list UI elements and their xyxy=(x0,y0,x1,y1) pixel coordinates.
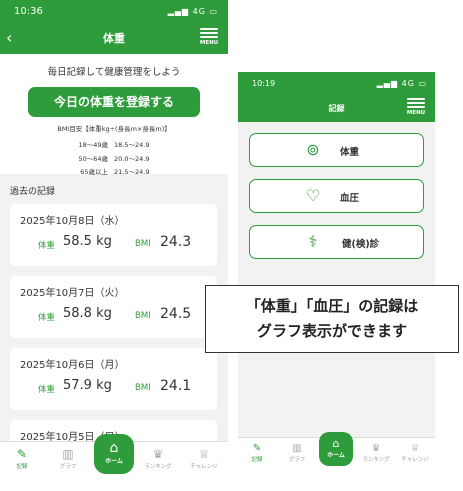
bmi-range: 21.5～24.9 xyxy=(114,168,150,176)
bmi-range: 18.5～24.9 xyxy=(114,141,150,149)
pencil-icon: ✎ xyxy=(16,447,28,461)
bmi-value: 24.1 xyxy=(160,378,192,394)
button-label: 血圧 xyxy=(340,193,360,204)
tab-ranking[interactable]: ♛ ランキング xyxy=(359,442,393,463)
tab-challenge[interactable]: ♕ チャレンジ xyxy=(184,446,224,470)
nav-bar: ‹ 体重 MENU xyxy=(0,22,228,54)
record-weight-button[interactable]: ⊚ 体重 xyxy=(249,133,424,167)
crown-icon: ♛ xyxy=(152,447,164,461)
status-icons: ▂▄▆ 4G ▭ xyxy=(376,78,427,88)
tab-label: ランキング xyxy=(362,457,390,463)
register-weight-button[interactable]: 今日の体重を登録する xyxy=(28,87,200,117)
menu-label: MENU xyxy=(199,40,219,46)
tab-label: ホーム xyxy=(327,452,345,459)
tab-label: ホーム xyxy=(105,458,123,465)
home-icon: ⌂ xyxy=(332,437,340,450)
button-label: 体重 xyxy=(340,147,360,158)
weight-label: 体重 xyxy=(38,313,56,323)
bmi-row: 65歳以上 21.5～24.9 xyxy=(77,167,152,179)
bmi-guide-title: BMI目安【体重kg÷(身長m×身長m)】 xyxy=(57,125,171,133)
crown-icon: ♛ xyxy=(371,443,381,454)
menu-label: MENU xyxy=(406,110,426,116)
weight-value: 58.8 kg xyxy=(63,306,112,321)
tab-home[interactable]: ⌂ ホーム xyxy=(94,434,134,474)
graph-callout-box: 「体重」「血圧」の記録は グラフ表示ができます xyxy=(205,285,459,353)
record-date: 2025年10月7日（火） xyxy=(20,288,125,299)
status-bar: 10:36 ▂▄▆ 4G ▭ xyxy=(0,0,228,22)
record-checkup-button[interactable]: ⚕ 健(検)診 xyxy=(249,225,424,259)
tab-label: グラフ xyxy=(59,464,77,470)
record-date: 2025年10月6日（月） xyxy=(20,360,125,371)
bmi-label: BMI xyxy=(135,239,151,249)
tab-home[interactable]: ⌂ ホーム xyxy=(319,432,353,466)
bmi-value: 24.5 xyxy=(160,306,192,322)
status-time: 10:36 xyxy=(14,5,43,17)
stethoscope-icon: ⚕ xyxy=(308,232,318,251)
hamburger-icon xyxy=(198,28,220,38)
bmi-range: 20.0～24.9 xyxy=(114,154,150,163)
status-icons: ▂▄▆ 4G ▭ xyxy=(167,6,218,16)
tab-graph[interactable]: ▥ グラフ xyxy=(48,446,88,470)
record-card[interactable]: 2025年10月8日（水） 体重 58.5 kg BMI 24.3 xyxy=(10,204,217,266)
weight-value: 58.5 kg xyxy=(63,234,112,249)
record-date: 2025年10月8日（水） xyxy=(20,216,125,227)
weight-label: 体重 xyxy=(38,385,56,395)
bmi-age: 18～49歳 xyxy=(78,141,109,149)
weight-label: 体重 xyxy=(38,241,56,251)
tab-label: チャレンジ xyxy=(190,464,218,470)
back-icon[interactable]: ‹ xyxy=(6,28,12,47)
phone-record-menu-screen: 10:19 ▂▄▆ 4G ▭ 記録 MENU ⊚ 体重 ♡ 血圧 ⚕ 健(検)診… xyxy=(238,72,435,477)
menu-button[interactable]: MENU xyxy=(405,96,427,116)
bmi-row: 18～49歳 18.5～24.9 xyxy=(77,140,152,152)
tab-graph[interactable]: ▥ グラフ xyxy=(280,442,314,463)
hamburger-icon xyxy=(405,98,427,108)
heart-pulse-icon: ♡ xyxy=(305,186,321,205)
button-label: 健(検)診 xyxy=(342,239,380,250)
bmi-row: 50～64歳 20.0～24.9 xyxy=(77,154,152,166)
lead-text: 毎日記録して健康管理をしよう xyxy=(47,67,181,78)
nav-bar: 記録 MENU xyxy=(238,94,435,122)
tab-bar: ✎ 記録 ▥ グラフ ⌂ ホーム ♛ ランキング ♕ チャレンジ xyxy=(0,434,228,491)
home-icon: ⌂ xyxy=(109,440,119,456)
weight-hero-panel: 毎日記録して健康管理をしよう 今日の体重を登録する BMI目安【体重kg÷(身長… xyxy=(0,54,228,176)
trophy-icon: ♕ xyxy=(198,447,210,461)
bar-chart-icon: ▥ xyxy=(292,443,302,454)
bar-chart-icon: ▥ xyxy=(62,447,74,461)
tab-record[interactable]: ✎ 記録 xyxy=(240,442,274,463)
page-title: 記録 xyxy=(328,103,345,113)
pencil-icon: ✎ xyxy=(252,443,262,454)
tab-label: ランキング xyxy=(144,464,172,470)
bmi-value: 24.3 xyxy=(160,234,192,250)
tab-ranking[interactable]: ♛ ランキング xyxy=(138,446,178,470)
record-blood-pressure-button[interactable]: ♡ 血圧 xyxy=(249,179,424,213)
menu-button[interactable]: MENU xyxy=(198,26,220,46)
scale-icon: ⊚ xyxy=(306,140,320,159)
bmi-label: BMI xyxy=(135,311,151,321)
tab-label: チャレンジ xyxy=(401,457,429,463)
bmi-age: 65歳以上 xyxy=(80,168,109,176)
page-title: 体重 xyxy=(103,32,125,45)
tab-challenge[interactable]: ♕ チャレンジ xyxy=(398,442,432,463)
record-card[interactable]: 2025年10月7日（火） 体重 58.8 kg BMI 24.5 xyxy=(10,276,217,338)
phone-weight-screen: 10:36 ▂▄▆ 4G ▭ ‹ 体重 MENU 毎日記録して健康管理をしよう … xyxy=(0,0,228,491)
trophy-icon: ♕ xyxy=(410,443,420,454)
weight-value: 57.9 kg xyxy=(63,378,112,393)
record-card[interactable]: 2025年10月6日（月） 体重 57.9 kg BMI 24.1 xyxy=(10,348,217,410)
bmi-guide-table: 18～49歳 18.5～24.9 50～64歳 20.0～24.9 65歳以上 … xyxy=(75,138,154,181)
tab-label: 記録 xyxy=(16,464,28,470)
bmi-age: 50～64歳 xyxy=(78,154,109,163)
callout-line-1: 「体重」「血圧」の記録は xyxy=(245,297,419,315)
status-bar: 10:19 ▂▄▆ 4G ▭ xyxy=(238,72,435,94)
callout-line-2: グラフ表示ができます xyxy=(256,322,407,340)
tab-label: 記録 xyxy=(251,457,263,463)
bmi-label: BMI xyxy=(135,383,151,393)
tab-record[interactable]: ✎ 記録 xyxy=(2,446,42,470)
status-time: 10:19 xyxy=(252,78,276,88)
tab-bar: ✎ 記録 ▥ グラフ ⌂ ホーム ♛ ランキング ♕ チャレンジ xyxy=(238,432,435,477)
tab-label: グラフ xyxy=(288,457,306,463)
